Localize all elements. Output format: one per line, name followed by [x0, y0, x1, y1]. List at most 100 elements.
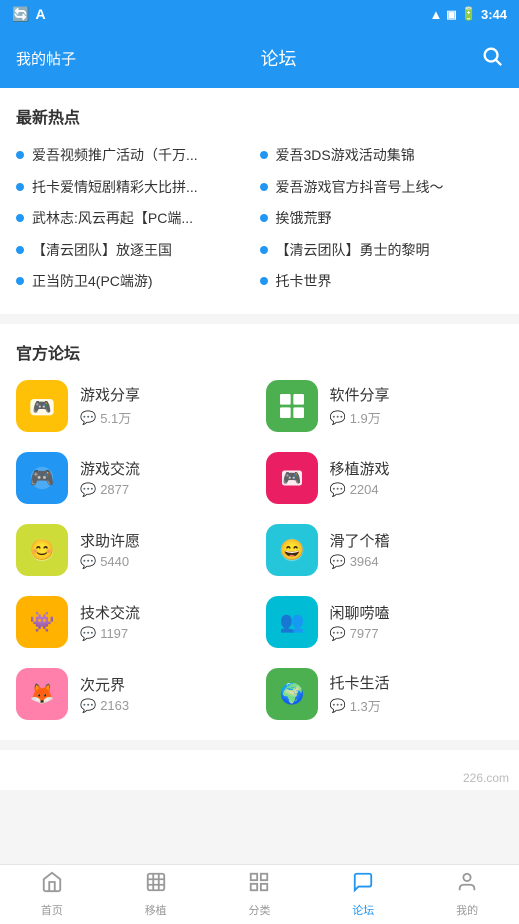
- nav-profile-label: 我的: [456, 902, 478, 918]
- forum-item-4[interactable]: 😊 求助许愿 💬 5440: [16, 520, 254, 580]
- svg-text:🦊: 🦊: [30, 682, 55, 705]
- nav-category[interactable]: 分类: [208, 871, 312, 918]
- forum-name-0: 游戏分享: [80, 384, 254, 405]
- my-posts-link[interactable]: 我的帖子: [16, 48, 76, 69]
- comment-icon: 💬: [80, 410, 96, 426]
- svg-text:😊: 😊: [30, 538, 55, 561]
- hot-item-text-8: 正当防卫4(PC端游): [32, 272, 260, 292]
- hot-item-5[interactable]: 挨饿荒野: [260, 203, 504, 235]
- wifi-icon: ▲: [430, 7, 443, 22]
- comment-icon: 💬: [80, 626, 96, 642]
- hot-item-3[interactable]: 爱吾游戏官方抖音号上线～: [260, 172, 504, 204]
- hot-item-text-5: 挨饿荒野: [276, 209, 504, 229]
- forum-item-7[interactable]: 👥 闲聊唠嗑 💬 7977: [266, 592, 504, 652]
- forum-item-3[interactable]: 🎮 移植游戏 💬 2204: [266, 448, 504, 508]
- comment-icon: 💬: [80, 482, 96, 498]
- hot-item-0[interactable]: 爱吾视频推广活动（千万...: [16, 140, 260, 172]
- watermark-area: 226.com: [0, 750, 519, 790]
- hot-item-6[interactable]: 【清云团队】放逐王国: [16, 235, 260, 267]
- signal-icon: ▣: [446, 8, 456, 21]
- forum-info-2: 游戏交流 💬 2877: [80, 458, 254, 498]
- forum-count-4: 💬 5440: [80, 554, 254, 570]
- hot-dot: [16, 277, 24, 285]
- hot-dot: [16, 214, 24, 222]
- forum-info-9: 托卡生活 💬 1.3万: [330, 672, 504, 715]
- forum-count-7: 💬 7977: [330, 626, 504, 642]
- svg-text:🎮: 🎮: [33, 399, 52, 416]
- svg-text:👥: 👥: [279, 611, 304, 633]
- nav-forum[interactable]: 论坛: [311, 871, 415, 918]
- forum-item-5[interactable]: 😄 滑了个稽 💬 3964: [266, 520, 504, 580]
- hot-dot: [260, 246, 268, 254]
- hot-item-1[interactable]: 爱吾3DS游戏活动集锦: [260, 140, 504, 172]
- forum-info-0: 游戏分享 💬 5.1万: [80, 384, 254, 427]
- forum-item-8[interactable]: 🦊 次元界 💬 2163: [16, 664, 254, 724]
- battery-icon: 🔋: [461, 6, 477, 22]
- app-icon-1: 🔄: [12, 6, 29, 23]
- forum-icon-8: 🦊: [16, 668, 68, 720]
- nav-home[interactable]: 首页: [0, 871, 104, 918]
- hot-section: 最新热点 爱吾视频推广活动（千万... 爱吾3DS游戏活动集锦 托卡爱情短剧精彩…: [0, 88, 519, 314]
- forum-item-0[interactable]: 🎮 游戏分享 💬 5.1万: [16, 376, 254, 436]
- forum-icon-1: [266, 380, 318, 432]
- forum-info-4: 求助许愿 💬 5440: [80, 530, 254, 570]
- forum-info-6: 技术交流 💬 1197: [80, 602, 254, 642]
- forum-item-1[interactable]: 软件分享 💬 1.9万: [266, 376, 504, 436]
- forum-name-5: 滑了个稽: [330, 530, 504, 551]
- hot-dot: [260, 151, 268, 159]
- forum-item-6[interactable]: 👾 技术交流 💬 1197: [16, 592, 254, 652]
- comment-icon: 💬: [330, 626, 346, 642]
- svg-text:👾: 👾: [30, 611, 55, 633]
- forum-count-1: 💬 1.9万: [330, 408, 504, 427]
- hot-item-7[interactable]: 【清云团队】勇士的黎明: [260, 235, 504, 267]
- hot-item-8[interactable]: 正当防卫4(PC端游): [16, 266, 260, 298]
- forum-icon-7: 👥: [266, 596, 318, 648]
- forum-count-5: 💬 3964: [330, 554, 504, 570]
- forum-count-0: 💬 5.1万: [80, 408, 254, 427]
- search-button[interactable]: [481, 45, 503, 72]
- forum-item-2[interactable]: 🎮 游戏交流 💬 2877: [16, 448, 254, 508]
- hot-dot: [260, 277, 268, 285]
- nav-migrate[interactable]: 移植: [104, 871, 208, 918]
- bottom-nav: 首页 移植 分类: [0, 864, 519, 924]
- forum-info-1: 软件分享 💬 1.9万: [330, 384, 504, 427]
- hot-item-text-4: 武林志:风云再起【PC端...: [32, 209, 260, 229]
- forum-name-1: 软件分享: [330, 384, 504, 405]
- forum-nav-icon: [352, 871, 374, 899]
- hot-item-4[interactable]: 武林志:风云再起【PC端...: [16, 203, 260, 235]
- header: 我的帖子 论坛: [0, 28, 519, 88]
- home-icon: [41, 871, 63, 899]
- hot-item-text-2: 托卡爱情短剧精彩大比拼...: [32, 178, 260, 198]
- forum-icon-9: 🌍: [266, 668, 318, 720]
- status-right-icons: ▲ ▣ 🔋 3:44: [430, 6, 508, 22]
- forum-icon-5: 😄: [266, 524, 318, 576]
- hot-item-text-9: 托卡世界: [276, 272, 504, 292]
- status-bar: 🔄 A ▲ ▣ 🔋 3:44: [0, 0, 519, 28]
- hot-item-9[interactable]: 托卡世界: [260, 266, 504, 298]
- hot-item-text-1: 爱吾3DS游戏活动集锦: [276, 146, 504, 166]
- hot-item-2[interactable]: 托卡爱情短剧精彩大比拼...: [16, 172, 260, 204]
- forum-name-6: 技术交流: [80, 602, 254, 623]
- page-title: 论坛: [261, 45, 297, 71]
- time-display: 3:44: [481, 7, 507, 22]
- hot-dot: [260, 214, 268, 222]
- forum-name-4: 求助许愿: [80, 530, 254, 551]
- forum-name-7: 闲聊唠嗑: [330, 602, 504, 623]
- forum-item-9[interactable]: 🌍 托卡生活 💬 1.3万: [266, 664, 504, 724]
- hot-grid: 爱吾视频推广活动（千万... 爱吾3DS游戏活动集锦 托卡爱情短剧精彩大比拼..…: [16, 140, 503, 298]
- forum-count-9: 💬 1.3万: [330, 696, 504, 715]
- migrate-icon: [145, 871, 167, 899]
- forum-info-3: 移植游戏 💬 2204: [330, 458, 504, 498]
- status-left-icons: 🔄 A: [12, 6, 46, 23]
- forum-name-8: 次元界: [80, 674, 254, 695]
- hot-item-text-6: 【清云团队】放逐王国: [32, 241, 260, 261]
- category-icon: [248, 871, 270, 899]
- comment-icon: 💬: [80, 554, 96, 570]
- nav-profile[interactable]: 我的: [415, 871, 519, 918]
- hot-item-text-0: 爱吾视频推广活动（千万...: [32, 146, 260, 166]
- hot-section-title: 最新热点: [16, 104, 503, 128]
- hot-dot: [260, 183, 268, 191]
- hot-item-text-7: 【清云团队】勇士的黎明: [276, 241, 504, 261]
- nav-category-label: 分类: [248, 902, 270, 918]
- forum-grid: 🎮 游戏分享 💬 5.1万: [16, 376, 503, 724]
